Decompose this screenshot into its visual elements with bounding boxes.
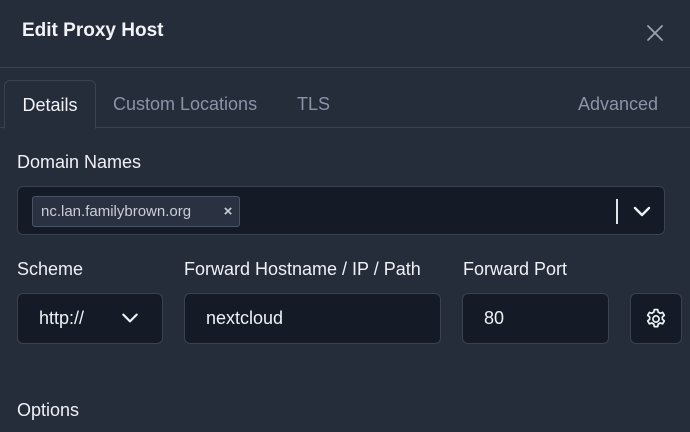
close-button[interactable] <box>640 18 670 48</box>
tab-bar: Details Custom Locations TLS Advanced <box>0 68 690 129</box>
domain-chip-text: nc.lan.familybrown.org <box>41 203 192 220</box>
settings-button[interactable] <box>630 293 682 344</box>
tab-details[interactable]: Details <box>4 80 96 129</box>
dialog-title: Edit Proxy Host <box>22 20 164 41</box>
dialog-header: Edit Proxy Host <box>0 0 690 68</box>
forward-port-input[interactable]: 80 <box>462 293 609 344</box>
input-separator <box>616 199 618 224</box>
forward-port-label: Forward Port <box>463 259 568 279</box>
tab-tls[interactable]: TLS <box>297 80 330 128</box>
scheme-select[interactable]: http:// <box>17 293 163 344</box>
chevron-down-icon[interactable] <box>630 199 654 223</box>
remove-chip-button[interactable]: × <box>219 197 237 226</box>
tab-custom-locations[interactable]: Custom Locations <box>113 80 257 128</box>
forward-hostname-label: Forward Hostname / IP / Path <box>184 259 421 279</box>
scheme-value: http:// <box>39 308 85 328</box>
scheme-label: Scheme <box>17 259 84 279</box>
gear-icon <box>646 308 666 327</box>
forward-hostname-input[interactable]: nextcloud <box>184 293 441 344</box>
chevron-down-icon <box>122 313 138 323</box>
tab-advanced[interactable]: Advanced <box>578 80 658 128</box>
options-label: Options <box>17 400 80 420</box>
domain-names-label: Domain Names <box>17 152 142 172</box>
domain-chip: nc.lan.familybrown.org × <box>32 196 240 227</box>
domain-names-input[interactable]: nc.lan.familybrown.org × <box>17 186 665 235</box>
close-icon[interactable] <box>646 24 664 42</box>
